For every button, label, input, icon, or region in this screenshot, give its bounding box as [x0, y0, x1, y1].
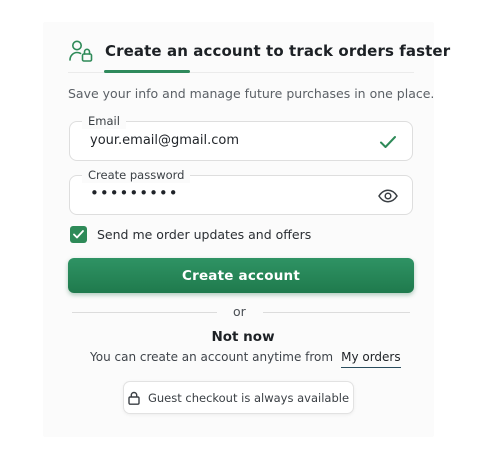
page-subtitle: Save your info and manage future purchas…: [68, 86, 435, 101]
or-separator: or: [233, 304, 246, 319]
create-account-button-label: Create account: [181, 267, 300, 284]
opt-in-label: Send me order updates and offers: [97, 227, 312, 242]
email-input-value[interactable]: your.email@gmail.com: [90, 133, 239, 148]
opt-in-checkbox[interactable]: [70, 226, 87, 243]
lock-icon: [128, 391, 140, 405]
user-lock-icon: [68, 38, 94, 64]
not-now-link[interactable]: Not now: [0, 329, 486, 345]
panel-header: Create an account to track orders faster: [68, 38, 450, 64]
checkmark-icon: [378, 133, 398, 151]
header-active-underline: [104, 70, 190, 73]
helper-row: You can create an account anytime from M…: [90, 350, 401, 368]
password-label: Create password: [82, 167, 191, 183]
opt-in-row[interactable]: Send me order updates and offers: [70, 226, 311, 243]
or-divider-right: [263, 312, 410, 313]
my-orders-link[interactable]: My orders: [341, 350, 401, 368]
or-divider-left: [72, 312, 217, 313]
page-title: Create an account to track orders faster: [105, 42, 451, 60]
email-label: Email: [82, 113, 126, 129]
email-field[interactable]: Email your.email@gmail.com: [69, 113, 413, 161]
password-field[interactable]: Create password •••••••••: [69, 167, 413, 215]
helper-text: You can create an account anytime from: [90, 350, 334, 364]
guest-checkout-text: Guest checkout is always available: [147, 390, 350, 405]
guest-checkout-badge: Guest checkout is always available: [123, 381, 354, 414]
password-input-value[interactable]: •••••••••: [90, 184, 179, 202]
eye-icon[interactable]: [378, 187, 398, 205]
create-account-button[interactable]: Create account: [68, 258, 414, 293]
